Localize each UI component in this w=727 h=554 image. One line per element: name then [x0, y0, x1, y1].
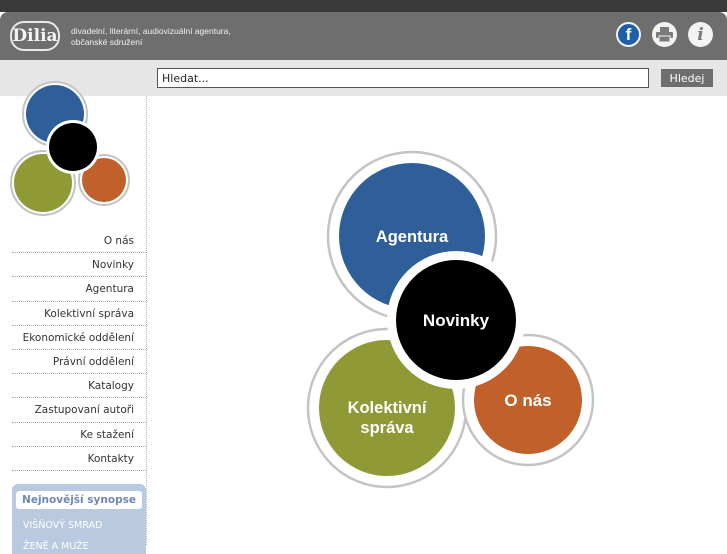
menu-item-ekonomicke-oddeleni[interactable]: Ekonomické oddělení — [12, 326, 146, 350]
facebook-icon[interactable]: f — [616, 22, 641, 47]
synopse-item[interactable]: VIŠŇOVÝ SMRAD — [23, 520, 102, 531]
top-strip — [0, 0, 727, 12]
menu-item-kolektivni-sprava[interactable]: Kolektivní správa — [12, 302, 146, 326]
menu-item-katalogy[interactable]: Katalogy — [12, 374, 146, 399]
menu-item-zastupovani-autori[interactable]: Zastupovaní autoři — [12, 398, 146, 423]
main-menu: O nás Novinky Agentura Kolektivní správa… — [12, 229, 146, 471]
kolektivni-label-line-1: Kolektivní — [348, 399, 428, 417]
menu-item-o-nas[interactable]: O nás — [12, 229, 146, 254]
menu-item-pravni-oddeleni[interactable]: Právní oddělení — [12, 350, 146, 375]
kolektivni-label-line-2: správa — [360, 419, 414, 437]
menu-item-kontakty[interactable]: Kontakty — [12, 447, 146, 471]
novinky-label: Novinky — [423, 311, 490, 330]
tagline: divadelní, literární, audiovizuální agen… — [71, 26, 231, 48]
search-button[interactable]: Hledej — [661, 69, 713, 87]
print-icon[interactable] — [652, 22, 677, 47]
dilia-logo[interactable]: Dilia — [10, 21, 60, 51]
menu-item-ke-stazeni[interactable]: Ke stažení — [12, 423, 146, 447]
info-icon[interactable]: i — [688, 22, 713, 47]
synopse-title: Nejnovější synopse — [16, 491, 142, 509]
agentura-label: Agentura — [376, 228, 449, 246]
menu-item-novinky[interactable]: Novinky — [12, 253, 146, 278]
sidebar-circles-logo[interactable] — [10, 78, 134, 218]
tagline-line-1: divadelní, literární, audiovizuální agen… — [71, 26, 231, 36]
menu-item-agentura[interactable]: Agentura — [12, 277, 146, 302]
site-header: Dilia divadelní, literární, audiovizuáln… — [0, 12, 727, 60]
tagline-line-2: občanské sdružení — [71, 37, 143, 47]
sidebar: O nás Novinky Agentura Kolektivní správa… — [0, 81, 147, 554]
o-nas-label: O nás — [504, 391, 551, 410]
circle-navigation: Agentura Novinky Kolektivní správa O nás — [306, 150, 595, 489]
main-content: Agentura Novinky Kolektivní správa O nás — [147, 96, 727, 545]
search-input[interactable] — [157, 68, 649, 88]
synopse-item[interactable]: ŽENĚ A MUŽE — [23, 541, 89, 552]
synopse-panel: Nejnovější synopse VIŠŇOVÝ SMRAD ŽENĚ A … — [12, 484, 146, 554]
